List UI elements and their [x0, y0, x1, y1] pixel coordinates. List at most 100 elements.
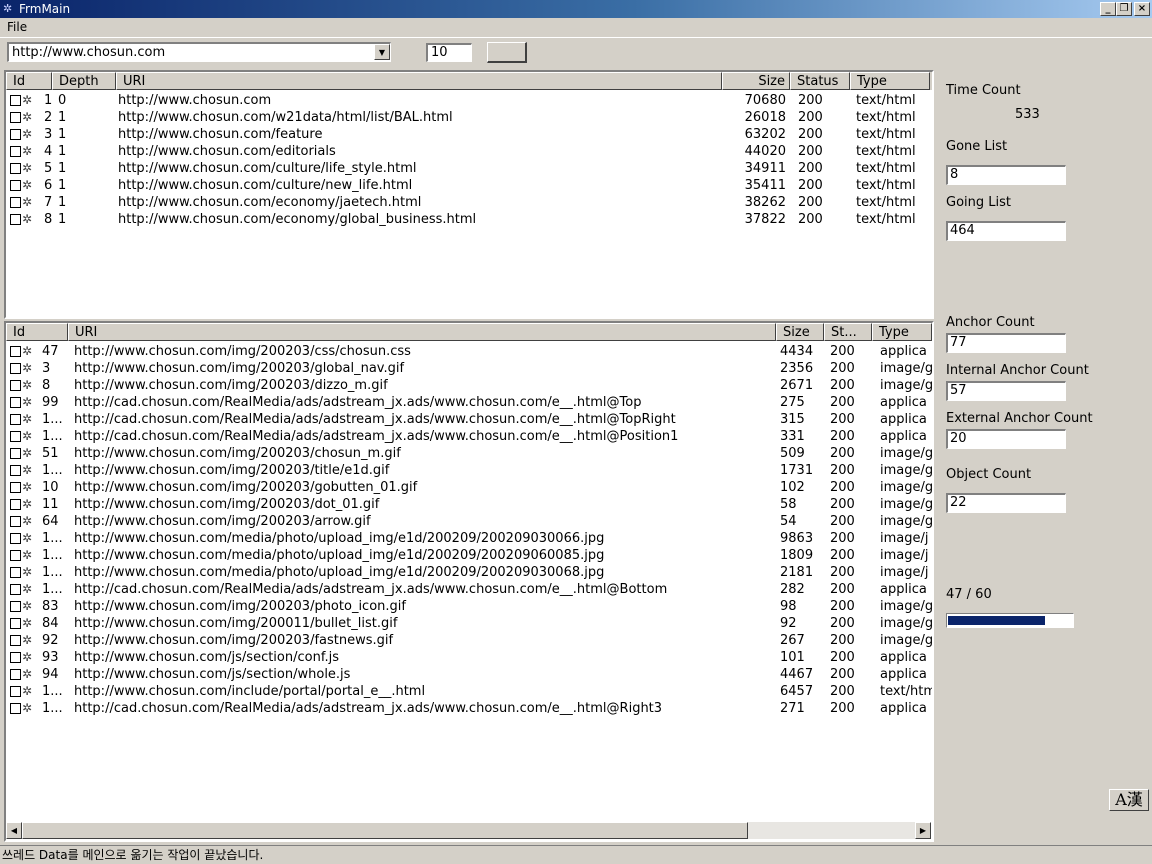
row-checkbox[interactable]	[10, 163, 21, 174]
row-checkbox[interactable]	[10, 482, 21, 493]
cell-status: 200	[798, 127, 823, 142]
row-checkbox[interactable]	[10, 652, 21, 663]
chevron-down-icon[interactable]: ▼	[374, 44, 390, 60]
table-row[interactable]: ✲ 99 http://cad.chosun.com/RealMedia/ads/a…	[6, 394, 932, 411]
table-row[interactable]: ✲ 84 http://www.chosun.com/img/200011/bull…	[6, 615, 932, 632]
row-checkbox[interactable]	[10, 499, 21, 510]
table-row[interactable]: ✲ 1... http://www.chosun.com/media/photo/u…	[6, 547, 932, 564]
internal-anchor-field[interactable]: 57	[946, 381, 1066, 401]
row-checkbox[interactable]	[10, 550, 21, 561]
row-checkbox[interactable]	[10, 669, 21, 680]
going-list-field[interactable]: 464	[946, 221, 1066, 241]
gone-list-field[interactable]: 8	[946, 165, 1066, 185]
table-row[interactable]: ✲ 7 1 http://www.chosun.com/economy/jaetech…	[6, 194, 932, 211]
external-anchor-field[interactable]: 20	[946, 429, 1066, 449]
table-row[interactable]: ✲ 1... http://www.chosun.com/media/photo/u…	[6, 530, 932, 547]
row-checkbox[interactable]	[10, 584, 21, 595]
table-row[interactable]: ✲ 94 http://www.chosun.com/js/section/whol…	[6, 666, 932, 683]
col-status[interactable]: Status	[790, 72, 850, 90]
url-combobox[interactable]: http://www.chosun.com ▼	[7, 42, 391, 62]
row-checkbox[interactable]	[10, 95, 21, 106]
table-row[interactable]: ✲ 8 1 http://www.chosun.com/economy/global_…	[6, 211, 932, 228]
col-id[interactable]: Id	[6, 323, 68, 341]
depth-input[interactable]: 10	[426, 43, 472, 62]
col-size[interactable]: Size	[722, 72, 790, 90]
table-row[interactable]: ✲ 10 http://www.chosun.com/img/200203/gobu…	[6, 479, 932, 496]
minimize-button[interactable]: _	[1100, 2, 1116, 16]
table-row[interactable]: ✲ 51 http://www.chosun.com/img/200203/chos…	[6, 445, 932, 462]
table-row[interactable]: ✲ 47 http://www.chosun.com/img/200203/css/…	[6, 343, 932, 360]
restore-button[interactable]: ❐	[1116, 2, 1132, 16]
scroll-right-icon[interactable]: ▶	[915, 822, 931, 839]
close-button[interactable]: ×	[1134, 2, 1150, 16]
horizontal-scrollbar[interactable]: ◀ ▶	[6, 822, 931, 839]
row-checkbox[interactable]	[10, 380, 21, 391]
table-row[interactable]: ✲ 93 http://www.chosun.com/js/section/conf…	[6, 649, 932, 666]
table-row[interactable]: ✲ 1... http://www.chosun.com/img/200203/ti…	[6, 462, 932, 479]
row-checkbox[interactable]	[10, 129, 21, 140]
table-row[interactable]: ✲ 3 http://www.chosun.com/img/200203/globa…	[6, 360, 932, 377]
col-size[interactable]: Size	[776, 323, 824, 341]
row-checkbox[interactable]	[10, 516, 21, 527]
cell-size: 37822	[744, 212, 786, 227]
col-depth[interactable]: Depth	[52, 72, 116, 90]
row-checkbox[interactable]	[10, 431, 21, 442]
row-checkbox[interactable]	[10, 703, 21, 714]
table-row[interactable]: ✲ 6 1 http://www.chosun.com/culture/new_lif…	[6, 177, 932, 194]
row-checkbox[interactable]	[10, 112, 21, 123]
row-checkbox[interactable]	[10, 397, 21, 408]
table-row[interactable]: ✲ 1... http://www.chosun.com/include/porta…	[6, 683, 932, 700]
page-list[interactable]: Id Depth URI Size Status Type ✲ 1 0 http://…	[4, 70, 934, 319]
start-button[interactable]	[487, 42, 527, 63]
row-checkbox[interactable]	[10, 363, 21, 374]
row-checkbox[interactable]	[10, 146, 21, 157]
table-row[interactable]: ✲ 1... http://cad.chosun.com/RealMedia/ads…	[6, 411, 932, 428]
row-checkbox[interactable]	[10, 567, 21, 578]
table-row[interactable]: ✲ 2 1 http://www.chosun.com/w21data/html/li…	[6, 109, 932, 126]
menu-file[interactable]: File	[7, 20, 27, 34]
scroll-thumb[interactable]	[22, 822, 748, 839]
table-row[interactable]: ✲ 1... http://cad.chosun.com/RealMedia/ads…	[6, 428, 932, 445]
col-uri[interactable]: URI	[68, 323, 776, 341]
table-row[interactable]: ✲ 1... http://www.chosun.com/media/photo/u…	[6, 564, 932, 581]
row-checkbox[interactable]	[10, 346, 21, 357]
table-row[interactable]: ✲ 1... http://cad.chosun.com/RealMedia/ads…	[6, 700, 932, 717]
row-checkbox[interactable]	[10, 465, 21, 476]
table-row[interactable]: ✲ 1 0 http://www.chosun.com 70680 200 text/htm…	[6, 92, 932, 109]
col-status[interactable]: St...	[824, 323, 872, 341]
row-checkbox[interactable]	[10, 414, 21, 425]
row-checkbox[interactable]	[10, 618, 21, 629]
object-count-field[interactable]: 22	[946, 493, 1066, 513]
table-row[interactable]: ✲ 5 1 http://www.chosun.com/culture/life_st…	[6, 160, 932, 177]
cell-id: 64	[42, 514, 59, 529]
table-row[interactable]: ✲ 11 http://www.chosun.com/img/200203/dot_…	[6, 496, 932, 513]
row-checkbox[interactable]	[10, 448, 21, 459]
table-row[interactable]: ✲ 64 http://www.chosun.com/img/200203/arro…	[6, 513, 932, 530]
row-checkbox[interactable]	[10, 601, 21, 612]
col-uri[interactable]: URI	[116, 72, 722, 90]
col-type[interactable]: Type	[872, 323, 932, 341]
col-id[interactable]: Id	[6, 72, 52, 90]
col-type[interactable]: Type	[850, 72, 930, 90]
cell-status: 200	[830, 446, 855, 461]
cell-type: image/g	[880, 497, 932, 512]
table-row[interactable]: ✲ 8 http://www.chosun.com/img/200203/dizzo…	[6, 377, 932, 394]
table-row[interactable]: ✲ 1... http://cad.chosun.com/RealMedia/ads…	[6, 581, 932, 598]
object-list[interactable]: Id URI Size St... Type ✲ 47 http://www.cho…	[4, 321, 934, 842]
table-row[interactable]: ✲ 3 1 http://www.chosun.com/feature 63202 200…	[6, 126, 932, 143]
cell-uri: http://www.chosun.com/culture/life_style…	[118, 161, 417, 176]
row-checkbox[interactable]	[10, 214, 21, 225]
table-row[interactable]: ✲ 83 http://www.chosun.com/img/200203/phot…	[6, 598, 932, 615]
cell-type: text/html	[856, 93, 916, 108]
ime-toggle-button[interactable]: A漢	[1109, 789, 1149, 811]
row-checkbox[interactable]	[10, 197, 21, 208]
scroll-left-icon[interactable]: ◀	[6, 822, 22, 839]
anchor-count-field[interactable]: 77	[946, 333, 1066, 353]
row-checkbox[interactable]	[10, 635, 21, 646]
row-checkbox[interactable]	[10, 533, 21, 544]
row-checkbox[interactable]	[10, 180, 21, 191]
cell-id: 8	[44, 212, 53, 227]
table-row[interactable]: ✲ 92 http://www.chosun.com/img/200203/fast…	[6, 632, 932, 649]
table-row[interactable]: ✲ 4 1 http://www.chosun.com/editorials 44020…	[6, 143, 932, 160]
row-checkbox[interactable]	[10, 686, 21, 697]
